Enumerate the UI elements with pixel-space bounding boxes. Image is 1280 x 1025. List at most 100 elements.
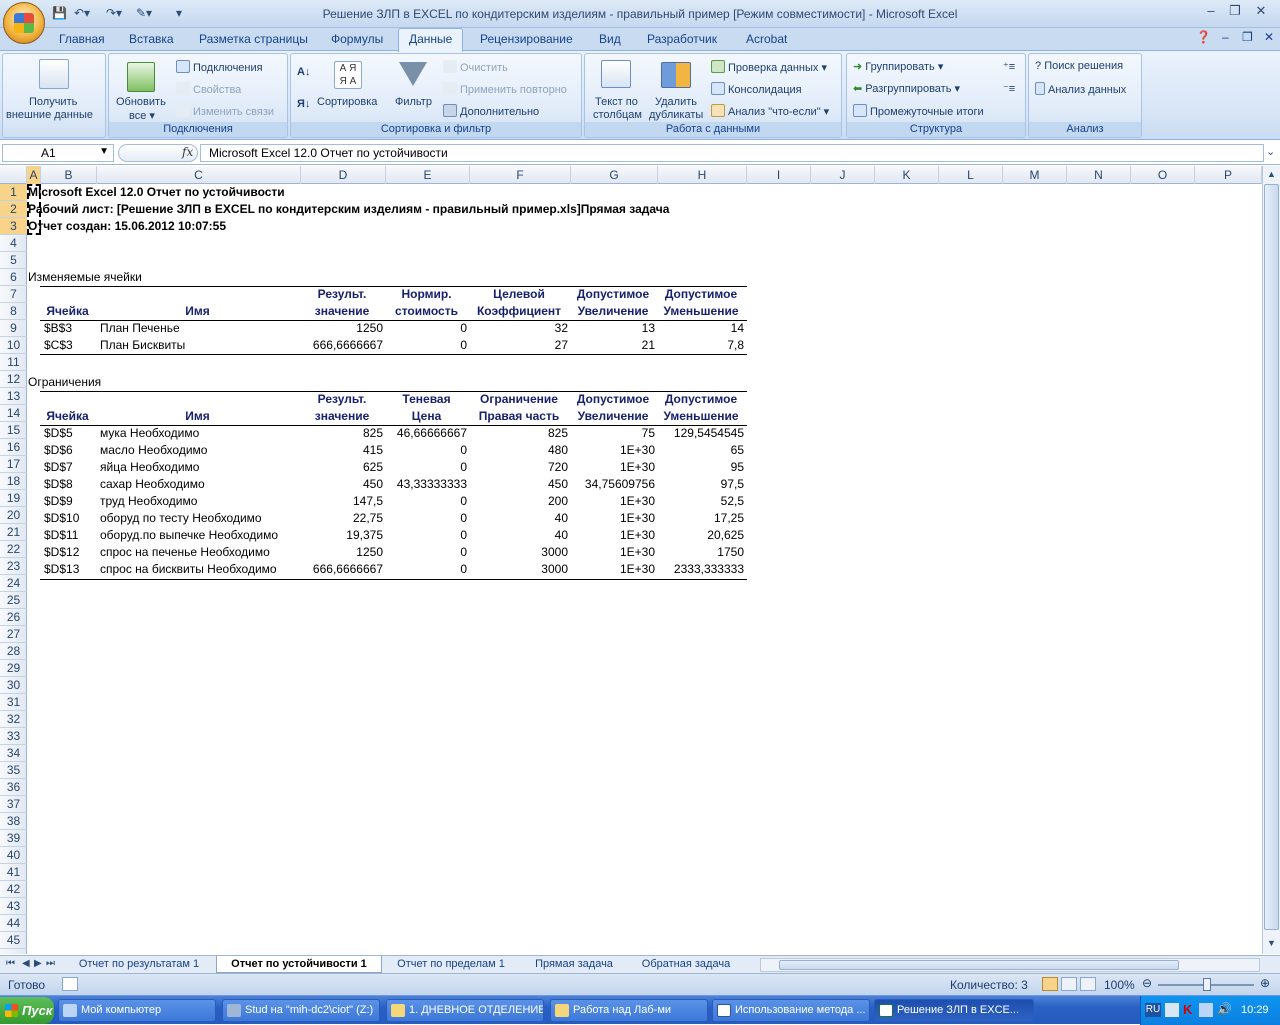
- column-heading[interactable]: Результ.: [301, 391, 386, 408]
- table-cell[interactable]: сахар Необходимо: [97, 476, 301, 493]
- col-header-c[interactable]: C: [97, 166, 301, 184]
- table-cell[interactable]: 0: [386, 320, 470, 337]
- row-header[interactable]: 45: [0, 932, 27, 949]
- table-cell[interactable]: $D$9: [41, 493, 97, 510]
- row-header[interactable]: 13: [0, 388, 27, 405]
- consolidate-button[interactable]: Консолидация: [711, 82, 802, 96]
- row-header[interactable]: 6: [0, 269, 27, 286]
- tab-developer[interactable]: Разработчик: [647, 32, 717, 46]
- table-cell[interactable]: 17,25: [658, 510, 747, 527]
- row-header[interactable]: 4: [0, 235, 27, 252]
- what-if-button[interactable]: Анализ "что-если" ▾: [711, 104, 829, 118]
- col-header-h[interactable]: H: [658, 166, 747, 184]
- table-cell[interactable]: масло Необходимо: [97, 442, 301, 459]
- scroll-up-icon[interactable]: ▲: [1267, 169, 1276, 179]
- data-validation-button[interactable]: Проверка данных ▾: [711, 60, 827, 74]
- horizontal-scrollbar[interactable]: [760, 958, 1260, 972]
- row-header[interactable]: 38: [0, 813, 27, 830]
- column-heading[interactable]: Ячейка: [41, 303, 97, 320]
- volume-icon[interactable]: 🔊: [1217, 1002, 1232, 1016]
- row-header[interactable]: 31: [0, 694, 27, 711]
- table-cell[interactable]: спрос на печенье Необходимо: [97, 544, 301, 561]
- name-box-dropdown-icon[interactable]: ▼: [99, 146, 109, 157]
- network-icon[interactable]: [1199, 1003, 1213, 1017]
- solver-button[interactable]: ? Поиск решения: [1035, 60, 1123, 72]
- table-cell[interactable]: труд Необходимо: [97, 493, 301, 510]
- table-cell[interactable]: План Печенье: [97, 320, 301, 337]
- table-cell[interactable]: $C$3: [41, 337, 97, 354]
- table-cell[interactable]: 666,6666667: [301, 561, 386, 578]
- tray-app-icon[interactable]: [1165, 1003, 1179, 1017]
- horizontal-scroll-thumb[interactable]: [779, 960, 1179, 970]
- doc-close-button[interactable]: ✕: [1264, 30, 1274, 44]
- tab-formulas[interactable]: Формулы: [331, 32, 383, 46]
- tab-view[interactable]: Вид: [599, 32, 621, 46]
- table-cell[interactable]: 21: [571, 337, 658, 354]
- edit-links-button[interactable]: Изменить связи: [176, 104, 274, 118]
- row-header[interactable]: 16: [0, 439, 27, 456]
- column-heading[interactable]: значение: [301, 408, 386, 425]
- start-button[interactable]: Пуск: [0, 997, 54, 1024]
- table-cell[interactable]: 0: [386, 459, 470, 476]
- table-cell[interactable]: 1E+30: [571, 561, 658, 578]
- table-cell[interactable]: $D$10: [41, 510, 97, 527]
- table-cell[interactable]: 32: [470, 320, 571, 337]
- table-cell[interactable]: 2333,333333: [658, 561, 747, 578]
- vertical-scrollbar[interactable]: ▲ ▼: [1262, 166, 1280, 954]
- column-heading[interactable]: Допустимое: [571, 391, 658, 408]
- column-heading[interactable]: Допустимое: [658, 286, 747, 303]
- column-heading[interactable]: Результ.: [301, 286, 386, 303]
- table-cell[interactable]: 450: [470, 476, 571, 493]
- table-cell[interactable]: 0: [386, 510, 470, 527]
- task-excel-workbook[interactable]: Решение ЗЛП в EXCE...: [874, 999, 1034, 1022]
- row-header[interactable]: 23: [0, 558, 27, 575]
- table-cell[interactable]: $D$6: [41, 442, 97, 459]
- row-header[interactable]: 2: [0, 201, 27, 218]
- properties-button[interactable]: Свойства: [176, 82, 241, 96]
- maximize-button[interactable]: ❐: [1224, 3, 1246, 21]
- table-cell[interactable]: 3000: [470, 561, 571, 578]
- col-header-l[interactable]: L: [939, 166, 1003, 184]
- row-header[interactable]: 40: [0, 847, 27, 864]
- column-heading[interactable]: Увеличение: [571, 408, 658, 425]
- get-external-data-label[interactable]: внешние данные: [6, 109, 93, 121]
- table-cell[interactable]: 1E+30: [571, 459, 658, 476]
- sheet-tab-primal[interactable]: Прямая задача: [522, 956, 626, 973]
- table-cell[interactable]: $D$7: [41, 459, 97, 476]
- table-cell[interactable]: 415: [301, 442, 386, 459]
- macro-record-icon[interactable]: [62, 977, 78, 991]
- get-external-data-button[interactable]: Получить: [29, 96, 77, 108]
- table-cell[interactable]: 1E+30: [571, 527, 658, 544]
- subtotals-button[interactable]: Промежуточные итоги: [853, 104, 984, 118]
- table-cell[interactable]: 0: [386, 442, 470, 459]
- row-header[interactable]: 29: [0, 660, 27, 677]
- group-button[interactable]: ➜ Группировать ▾: [853, 60, 943, 73]
- tab-acrobat[interactable]: Acrobat: [746, 32, 787, 46]
- col-header-b[interactable]: B: [41, 166, 97, 184]
- column-heading[interactable]: [41, 391, 97, 408]
- row-header[interactable]: 37: [0, 796, 27, 813]
- table-cell[interactable]: спрос на бисквиты Необходимо: [97, 561, 301, 578]
- row-header[interactable]: 25: [0, 592, 27, 609]
- row-header[interactable]: 30: [0, 677, 27, 694]
- reapply-button[interactable]: Применить повторно: [443, 82, 567, 96]
- table-cell[interactable]: 0: [386, 544, 470, 561]
- select-all-button[interactable]: [0, 166, 27, 184]
- column-heading[interactable]: Цена: [386, 408, 470, 425]
- row-header[interactable]: 3: [0, 218, 27, 235]
- table-cell[interactable]: 625: [301, 459, 386, 476]
- row-header[interactable]: 24: [0, 575, 27, 592]
- row-header[interactable]: 27: [0, 626, 27, 643]
- col-header-e[interactable]: E: [386, 166, 470, 184]
- task-network-drive[interactable]: Stud на "mih-dc2\ciot" (Z:): [222, 999, 380, 1022]
- next-sheet-icon[interactable]: ▶: [34, 958, 42, 969]
- table-cell[interactable]: 20,625: [658, 527, 747, 544]
- column-heading[interactable]: Имя: [97, 408, 301, 425]
- row-header[interactable]: 44: [0, 915, 27, 932]
- report-worksheet[interactable]: Рабочий лист: [Решение ЗЛП в EXCEL по ко…: [28, 201, 669, 218]
- column-heading[interactable]: Ограничение: [470, 391, 571, 408]
- table-cell[interactable]: 720: [470, 459, 571, 476]
- tab-data[interactable]: Данные: [398, 28, 464, 52]
- table-cell[interactable]: 1E+30: [571, 510, 658, 527]
- task-my-computer[interactable]: Мой компьютер: [58, 999, 216, 1022]
